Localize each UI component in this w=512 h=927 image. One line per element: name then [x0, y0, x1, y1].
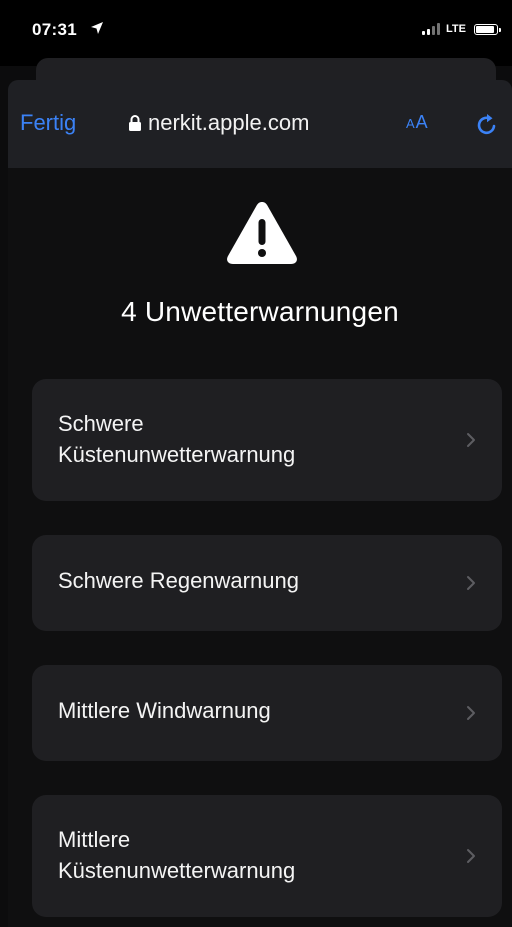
exclamation-triangle-icon [227, 202, 297, 264]
status-indicators: LTE [422, 22, 501, 36]
warning-label-line1: Mittlere [58, 827, 131, 852]
chevron-right-icon [467, 576, 475, 590]
chevron-right-icon [467, 706, 475, 720]
battery-icon [474, 23, 501, 35]
url-field[interactable]: nerkit.apple.com [128, 108, 309, 138]
status-bar: 07:31 LTE [0, 0, 512, 66]
warning-label-line1: Mittlere Windwarnung [58, 698, 271, 723]
signal-bars-icon [422, 23, 441, 35]
url-text: nerkit.apple.com [148, 110, 310, 135]
browser-toolbar: Fertig nerkit.apple.com AA [8, 80, 512, 168]
chevron-right-icon [467, 433, 475, 447]
text-size-large-label: A [415, 112, 429, 132]
warning-label-line2: Küstenunwetterwarnung [58, 858, 296, 883]
warning-item[interactable]: Schwere Regenwarnung [32, 535, 502, 631]
warning-label-line2: Küstenunwetterwarnung [58, 442, 296, 467]
reload-icon[interactable] [474, 112, 500, 138]
battery-level [476, 25, 494, 33]
lock-icon [129, 115, 141, 131]
warning-label-line1: Schwere [58, 411, 144, 436]
warning-item[interactable]: Mittlere Windwarnung [32, 665, 502, 761]
warning-item[interactable]: Mittlere Küstenunwetterwarnung [32, 795, 502, 917]
status-time: 07:31 [32, 20, 77, 39]
warning-label-line1: Schwere Regenwarnung [58, 568, 299, 593]
page-title: 4 Unwetterwarnungen [121, 296, 399, 327]
done-button[interactable]: Fertig [20, 110, 76, 136]
chevron-right-icon [467, 849, 475, 863]
warning-item[interactable]: Schwere Küstenunwetterwarnung [32, 379, 502, 501]
weather-warnings-page: 4 Unwetterwarnungen Schwere Küstenunwett… [8, 168, 512, 927]
text-size-button[interactable]: AA [406, 112, 429, 133]
text-size-small-label: A [406, 116, 416, 131]
location-arrow-icon [91, 22, 103, 34]
network-type: LTE [446, 23, 466, 35]
